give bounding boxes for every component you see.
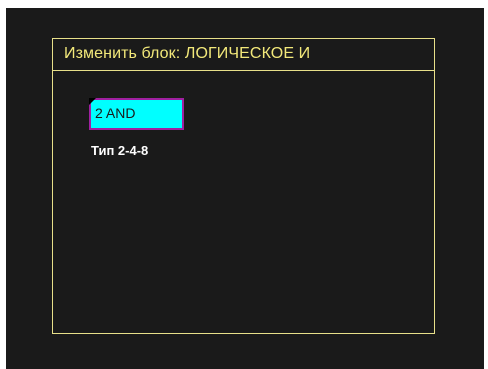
- and-block-option[interactable]: 2 AND: [89, 98, 184, 130]
- block-type-label: Тип 2-4-8: [91, 143, 149, 158]
- dialog-title-bar: Изменить блок: ЛОГИЧЕСКОЕ И: [53, 39, 434, 71]
- selection-corner-icon: [89, 98, 96, 105]
- dialog-title: Изменить блок: ЛОГИЧЕСКОЕ И: [64, 45, 311, 62]
- block-label: 2 AND: [95, 105, 136, 121]
- edit-block-dialog: Изменить блок: ЛОГИЧЕСКОЕ И 2 AND Тип 2-…: [52, 38, 435, 334]
- device-screen: Изменить блок: ЛОГИЧЕСКОЕ И 2 AND Тип 2-…: [6, 8, 484, 369]
